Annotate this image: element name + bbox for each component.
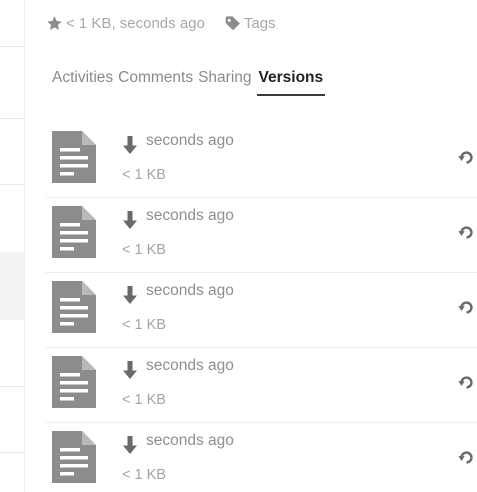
list-row-highlight: [0, 252, 24, 320]
tags-button[interactable]: Tags: [225, 15, 276, 32]
version-item: seconds ago < 1 KB: [46, 198, 477, 273]
tab-activities[interactable]: Activities: [52, 69, 113, 96]
restore-icon[interactable]: [458, 374, 475, 391]
version-size: < 1 KB: [122, 392, 166, 408]
version-item: seconds ago < 1 KB: [46, 273, 477, 348]
list-divider: [0, 118, 24, 119]
tab-versions[interactable]: Versions: [256, 69, 326, 96]
version-item: seconds ago < 1 KB: [46, 348, 477, 423]
version-time: seconds ago: [146, 432, 234, 449]
text-file-icon: [52, 131, 96, 183]
tag-icon: [225, 15, 240, 30]
version-time: seconds ago: [146, 282, 234, 299]
version-item: seconds ago < 1 KB: [46, 423, 477, 492]
list-divider: [0, 452, 24, 453]
restore-icon[interactable]: [458, 224, 475, 241]
version-list: seconds ago < 1 KB seconds ago < 1 KB se…: [46, 123, 477, 492]
download-arrow-icon[interactable]: [122, 211, 138, 229]
version-size: < 1 KB: [122, 167, 166, 183]
text-file-icon: [52, 281, 96, 333]
file-details: < 1 KB, seconds ago Tags: [46, 12, 276, 34]
download-arrow-icon[interactable]: [122, 436, 138, 454]
restore-icon[interactable]: [458, 299, 475, 316]
list-divider: [0, 184, 24, 185]
sidebar-border: [24, 0, 25, 492]
text-file-icon: [52, 356, 96, 408]
version-item: seconds ago < 1 KB: [46, 123, 477, 198]
download-arrow-icon[interactable]: [122, 286, 138, 304]
file-size-and-time: < 1 KB, seconds ago: [66, 14, 205, 32]
text-file-icon: [52, 431, 96, 483]
background-file-list: [0, 0, 24, 492]
restore-icon[interactable]: [458, 449, 475, 466]
version-size: < 1 KB: [122, 317, 166, 333]
list-divider: [0, 46, 24, 47]
versions-sidebar-screen: < 1 KB, seconds ago Tags Activities Comm…: [0, 0, 477, 492]
list-divider: [0, 386, 24, 387]
version-time: seconds ago: [146, 357, 234, 374]
version-time: seconds ago: [146, 132, 234, 149]
version-time: seconds ago: [146, 207, 234, 224]
tab-comments[interactable]: Comments: [118, 69, 193, 96]
tags-label: Tags: [243, 14, 276, 32]
version-size: < 1 KB: [122, 467, 166, 483]
tab-sharing[interactable]: Sharing: [198, 69, 251, 96]
text-file-icon: [52, 206, 96, 258]
star-icon[interactable]: [46, 15, 63, 32]
download-arrow-icon[interactable]: [122, 136, 138, 154]
restore-icon[interactable]: [458, 149, 475, 166]
version-size: < 1 KB: [122, 242, 166, 258]
sidebar-tabs: Activities Comments Sharing Versions: [52, 69, 330, 96]
download-arrow-icon[interactable]: [122, 361, 138, 379]
